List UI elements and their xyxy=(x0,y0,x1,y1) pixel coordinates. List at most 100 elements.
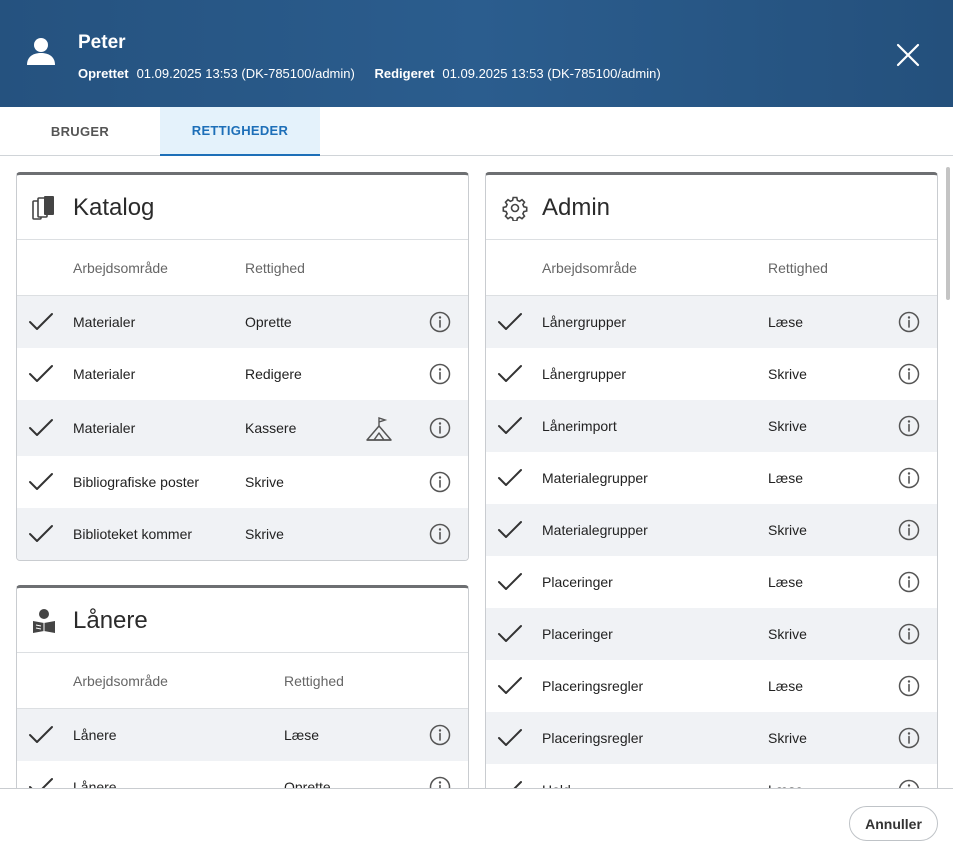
card-katalog: Katalog Arbejdsområde Rettighed Material… xyxy=(16,172,469,561)
row-area: Biblioteket kommer xyxy=(73,526,193,542)
check-icon xyxy=(498,677,522,694)
info-icon[interactable] xyxy=(898,519,920,541)
info-icon[interactable] xyxy=(429,724,451,746)
row-right: Skrive xyxy=(768,366,807,382)
permission-row: Lånerimport Skrive xyxy=(486,400,937,452)
gear-icon xyxy=(502,196,528,221)
info-icon[interactable] xyxy=(898,363,920,385)
col-arbejdsomraade: Arbejdsområde xyxy=(542,260,637,276)
check-icon xyxy=(29,313,53,330)
tent-icon xyxy=(366,417,392,441)
permission-row: Placeringer Skrive xyxy=(486,608,937,660)
tab-bruger[interactable]: BRUGER xyxy=(0,107,160,155)
tab-bar: BRUGER RETTIGHEDER xyxy=(0,107,953,156)
info-icon[interactable] xyxy=(429,311,451,333)
row-right: Skrive xyxy=(768,522,807,538)
permission-row: HoldLæse xyxy=(486,764,937,788)
row-area: Lånerimport xyxy=(542,418,617,434)
card-header: Lånere xyxy=(17,588,468,653)
info-icon[interactable] xyxy=(429,363,451,385)
check-icon xyxy=(498,313,522,330)
card-title: Lånere xyxy=(73,607,148,634)
row-area: Materialer xyxy=(73,420,136,436)
check-icon xyxy=(498,729,522,746)
dialog-footer: Annuller xyxy=(0,788,953,853)
row-right: Skrive xyxy=(245,526,284,542)
row-right: Skrive xyxy=(245,474,284,490)
edited-label: Redigeret xyxy=(374,66,435,81)
check-icon xyxy=(498,573,522,590)
row-right: Læse xyxy=(768,470,804,486)
row-right: Redigere xyxy=(245,366,302,382)
info-icon[interactable] xyxy=(898,675,920,697)
check-icon xyxy=(29,778,53,788)
check-icon xyxy=(498,417,522,434)
row-area: Lånere xyxy=(73,727,117,743)
info-icon[interactable] xyxy=(898,571,920,593)
row-area: Materialegrupper xyxy=(542,522,648,538)
column-headers: Arbejdsområde Rettighed xyxy=(486,240,937,296)
user-icon xyxy=(27,38,55,65)
scrollbar-thumb[interactable] xyxy=(946,167,950,300)
check-icon xyxy=(29,473,53,490)
permission-row: Lånergrupper Læse xyxy=(486,296,937,348)
row-area: Placeringer xyxy=(542,626,613,642)
check-icon xyxy=(29,726,53,743)
check-icon xyxy=(29,525,53,542)
col-rettighed: Rettighed xyxy=(284,673,344,689)
info-icon[interactable] xyxy=(898,779,920,788)
cancel-button[interactable]: Annuller xyxy=(849,806,938,841)
card-title: Katalog xyxy=(73,194,155,221)
tab-rettigheder[interactable]: RETTIGHEDER xyxy=(160,107,320,156)
info-icon[interactable] xyxy=(898,311,920,333)
col-arbejdsomraade: Arbejdsområde xyxy=(73,673,168,689)
permission-row: Lånere Læse xyxy=(17,709,468,761)
row-right: Skrive xyxy=(768,418,807,434)
permission-row: Placeringer Læse xyxy=(486,556,937,608)
info-icon[interactable] xyxy=(898,415,920,437)
permission-row: Biblioteket kommer Skrive xyxy=(17,508,468,560)
info-icon[interactable] xyxy=(898,623,920,645)
col-rettighed: Rettighed xyxy=(245,260,305,276)
row-area: Placeringsregler xyxy=(542,730,644,746)
column-headers: Arbejdsområde Rettighed xyxy=(17,653,468,709)
close-icon[interactable] xyxy=(893,40,923,70)
permission-row: Lånergrupper Skrive xyxy=(486,348,937,400)
row-area: Materialer xyxy=(73,314,136,330)
permission-row: Materialer Redigere xyxy=(17,348,468,400)
info-icon[interactable] xyxy=(898,727,920,749)
row-right: Oprette xyxy=(245,314,292,330)
row-area: Materialer xyxy=(73,366,136,382)
permission-row: Bibliografiske poster Skrive xyxy=(17,456,468,508)
info-icon[interactable] xyxy=(898,467,920,489)
permissions-content: Katalog Arbejdsområde Rettighed Material… xyxy=(0,157,953,788)
created-label: Oprettet xyxy=(78,66,129,81)
permission-row: Materialegrupper Skrive xyxy=(486,504,937,556)
row-area: Lånergrupper xyxy=(542,314,627,330)
info-icon[interactable] xyxy=(429,417,451,439)
books-icon xyxy=(32,196,54,220)
user-name: Peter xyxy=(78,32,126,53)
check-icon xyxy=(513,781,522,788)
row-right: Læse xyxy=(768,574,804,590)
check-icon xyxy=(498,625,522,642)
row-area: Materialegrupper xyxy=(542,470,648,486)
col-arbejdsomraade: Arbejdsområde xyxy=(73,260,168,276)
permission-row: Placeringsregler Læse xyxy=(486,660,937,712)
reader-icon xyxy=(33,609,55,633)
row-right: Skrive xyxy=(768,730,807,746)
permission-row: Placeringsregler Skrive xyxy=(486,712,937,764)
column-headers: Arbejdsområde Rettighed xyxy=(17,240,468,296)
row-right: Læse xyxy=(284,727,320,743)
info-icon[interactable] xyxy=(429,523,451,545)
info-icon[interactable] xyxy=(429,776,451,788)
permission-row: Materialegrupper Læse xyxy=(486,452,937,504)
row-right: Kassere xyxy=(245,420,297,436)
created-value: 01.09.2025 13:53 (DK-785100/admin) xyxy=(136,66,355,81)
row-area: Placeringer xyxy=(542,574,613,590)
row-right: Oprette xyxy=(284,779,331,788)
edited-value: 01.09.2025 13:53 (DK-785100/admin) xyxy=(442,66,661,81)
row-area: Bibliografiske poster xyxy=(73,474,200,490)
permission-row: Materialer Kassere xyxy=(17,400,468,456)
info-icon[interactable] xyxy=(429,471,451,493)
